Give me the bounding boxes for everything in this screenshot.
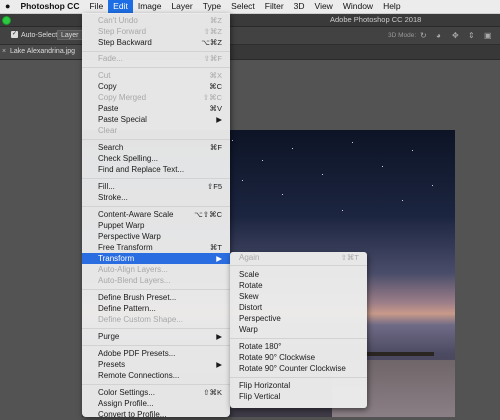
auto-select-label: Auto-Select: [21,32,60,39]
menu-item-auto-blend-layers[interactable]: Auto-Blend Layers... [82,275,230,286]
menu-item-define-custom-shape[interactable]: Define Custom Shape... [82,314,230,325]
apple-menu-icon[interactable]: ● [0,0,15,13]
options-bar: ✓ Auto-Select: Layer 3D Mode: ↻ ◕ ✥ ⇕ ▣ [0,27,500,45]
menu-separator [82,67,230,68]
menu-item-remote-connections[interactable]: Remote Connections... [82,370,230,381]
edit-menu: Can't Undo ⌘Z Step Forward ⇧⌘Z Step Backwa… [82,13,230,420]
menu-separator [230,265,367,266]
submenu-item-perspective[interactable]: Perspective [230,313,367,324]
menu-separator [82,206,230,207]
menu-item-define-pattern[interactable]: Define Pattern... [82,303,230,314]
3d-roll-icon[interactable]: ◕ [436,31,441,40]
menu-item-clear[interactable]: Clear [82,125,230,136]
menu-item-stroke[interactable]: Stroke... [82,192,230,203]
submenu-item-distort[interactable]: Distort [230,302,367,313]
menu-item-fade[interactable]: Fade... ⇧⌘F [82,53,230,64]
submenu-item-scale[interactable]: Scale [230,269,367,280]
menu-item-perspective-warp[interactable]: Perspective Warp [82,231,230,242]
menu-separator [82,328,230,329]
menu-separator [82,345,230,346]
menu-separator [82,51,230,52]
menu-select[interactable]: Select [226,0,260,13]
menu-item-purge[interactable]: Purge ▶ [82,331,230,342]
auto-select-checkbox[interactable]: ✓ [11,31,18,38]
menu-separator [82,289,230,290]
menu-item-step-forward[interactable]: Step Forward ⇧⌘Z [82,26,230,37]
menu-help[interactable]: Help [378,0,405,13]
menu-item-copy-merged[interactable]: Copy Merged ⇧⌘C [82,92,230,103]
menu-item-paste-special[interactable]: Paste Special ▶ [82,114,230,125]
submenu-item-rotate-180[interactable]: Rotate 180° [230,341,367,352]
transform-submenu: Again ⇧⌘T Scale Rotate Skew Distort Persp… [230,252,367,408]
menu-separator [82,384,230,385]
submenu-item-flip-horizontal[interactable]: Flip Horizontal [230,380,367,391]
submenu-arrow-icon: ▶ [216,360,222,369]
menu-item-assign-profile[interactable]: Assign Profile... [82,398,230,409]
menu-item-cant-undo[interactable]: Can't Undo ⌘Z [82,15,230,26]
menu-item-copy[interactable]: Copy ⌘C [82,81,230,92]
menu-item-define-brush-preset[interactable]: Define Brush Preset... [82,292,230,303]
close-icon[interactable]: × [0,45,8,59]
menu-item-search[interactable]: Search ⌘F [82,142,230,153]
3d-scale-icon[interactable]: ▣ [484,31,492,40]
menu-separator [82,178,230,179]
submenu-item-rotate-90-ccw[interactable]: Rotate 90° Counter Clockwise [230,363,367,374]
menu-item-paste[interactable]: Paste ⌘V [82,103,230,114]
submenu-arrow-icon: ▶ [216,332,222,341]
document-tab[interactable]: ×Lake Alexandrina.jpg @ [0,45,82,69]
submenu-item-skew[interactable]: Skew [230,291,367,302]
menu-separator [230,377,367,378]
menu-item-fill[interactable]: Fill... ⇧F5 [82,181,230,192]
3d-mode-label: 3D Mode: [388,32,417,39]
menu-item-transform[interactable]: Transform ▶ [82,253,230,264]
3d-orbit-icon[interactable]: ↻ [420,31,427,40]
window-title-bar: Adobe Photoshop CC 2018 [0,14,500,27]
menu-item-auto-align-layers[interactable]: Auto-Align Layers... [82,264,230,275]
submenu-item-again[interactable]: Again ⇧⌘T [230,252,367,263]
menu-item-free-transform[interactable]: Free Transform ⌘T [82,242,230,253]
menu-item-cut[interactable]: Cut ⌘X [82,70,230,81]
submenu-item-rotate[interactable]: Rotate [230,280,367,291]
menu-photoshop[interactable]: Photoshop CC [15,0,84,13]
window-zoom-button[interactable] [2,16,11,25]
submenu-arrow-icon: ▶ [216,115,222,124]
menu-edit[interactable]: Edit [108,0,133,13]
menu-bar: ● Photoshop CC File Edit Image Layer Typ… [0,0,500,14]
submenu-item-rotate-90-cw[interactable]: Rotate 90° Clockwise [230,352,367,363]
menu-item-puppet-warp[interactable]: Puppet Warp [82,220,230,231]
menu-filter[interactable]: Filter [260,0,289,13]
menu-separator [82,139,230,140]
menu-image[interactable]: Image [133,0,167,13]
menu-window[interactable]: Window [338,0,378,13]
menu-item-adobe-pdf-presets[interactable]: Adobe PDF Presets... [82,348,230,359]
window-title: Adobe Photoshop CC 2018 [330,15,422,24]
menu-view[interactable]: View [310,0,338,13]
menu-item-convert-to-profile[interactable]: Convert to Profile... [82,409,230,420]
document-tab-bar: ×Lake Alexandrina.jpg @ [0,45,500,69]
submenu-item-warp[interactable]: Warp [230,324,367,335]
auto-select-dropdown[interactable]: Layer [57,30,85,40]
menu-item-presets[interactable]: Presets ▶ [82,359,230,370]
menu-item-find-replace[interactable]: Find and Replace Text... [82,164,230,175]
menu-file[interactable]: File [84,0,108,13]
submenu-item-flip-vertical[interactable]: Flip Vertical [230,391,367,402]
menu-3d[interactable]: 3D [289,0,310,13]
menu-separator [230,338,367,339]
3d-slide-icon[interactable]: ⇕ [468,31,475,40]
menu-item-check-spelling[interactable]: Check Spelling... [82,153,230,164]
dock [364,352,434,356]
menu-item-color-settings[interactable]: Color Settings... ⇧⌘K [82,387,230,398]
menu-item-step-backward[interactable]: Step Backward ⌥⌘Z [82,37,230,48]
menu-layer[interactable]: Layer [166,0,197,13]
submenu-arrow-icon: ▶ [216,254,222,263]
menu-type[interactable]: Type [198,0,226,13]
3d-pan-icon[interactable]: ✥ [452,31,459,40]
menu-item-content-aware-scale[interactable]: Content-Aware Scale ⌥⇧⌘C [82,209,230,220]
